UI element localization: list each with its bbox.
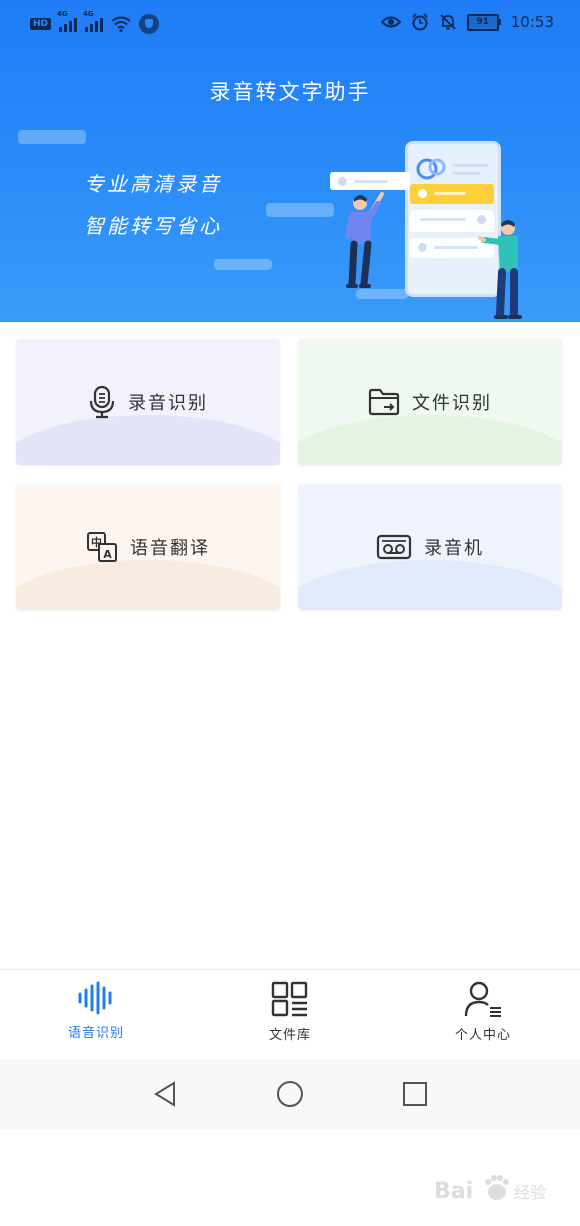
- svg-text:Bai: Bai: [434, 1179, 473, 1204]
- folder-icon: [368, 388, 400, 416]
- feature-recorder[interactable]: 录音机: [298, 484, 562, 610]
- bottom-nav: 语音识别 文件库 个人中心: [0, 969, 580, 1060]
- network-type-label: 4G: [57, 10, 68, 18]
- chat-bubble-icon: [416, 158, 446, 180]
- page-title: 录音转文字助手: [209, 80, 371, 104]
- translate-icon: 中 A: [87, 532, 117, 562]
- watermark-logo: Bai 经验: [434, 1175, 546, 1204]
- svg-text:经验: 经验: [514, 1183, 546, 1202]
- tab-personal-center[interactable]: 个人中心: [413, 980, 553, 1043]
- hd-badge: HD: [30, 18, 52, 30]
- person-illustration: [478, 220, 522, 319]
- recents-icon[interactable]: [400, 1079, 430, 1109]
- feature-label: 录音识别: [128, 393, 208, 414]
- battery-level: 91: [466, 13, 499, 31]
- soundwave-icon: [78, 981, 112, 1015]
- feature-label: 语音翻译: [130, 538, 210, 559]
- person-illustration: [345, 192, 384, 288]
- tab-label: 个人中心: [454, 1028, 511, 1043]
- feature-file-recognition[interactable]: 文件识别: [298, 339, 562, 465]
- svg-text:A: A: [103, 548, 112, 561]
- signal-icon: 4G: [83, 10, 104, 32]
- signal-icon: 4G: [57, 10, 78, 32]
- feature-label: 录音机: [424, 538, 484, 559]
- header-banner: HD 4G 4G 91 10:53 录音转文字助手 专业高清录音 智能转写省心: [0, 0, 580, 322]
- tab-label: 文件库: [268, 1028, 311, 1043]
- tab-file-library[interactable]: 文件库: [220, 980, 360, 1043]
- decor-cloud: [266, 203, 334, 217]
- battery-icon: 91: [466, 13, 501, 31]
- app-notification-icon: [139, 14, 160, 34]
- slogan-line1: 专业高清录音: [84, 172, 222, 196]
- system-nav-bar: [0, 1059, 580, 1129]
- alarm-icon: [412, 13, 428, 31]
- user-list-icon: [464, 981, 501, 1017]
- recorder-icon: [376, 534, 412, 560]
- grid-list-icon: [271, 981, 308, 1017]
- feature-voice-translate[interactable]: 中 A 语音翻译: [16, 484, 280, 610]
- status-bar: HD 4G 4G 91 10:53: [0, 0, 580, 48]
- status-time: 10:53: [510, 13, 554, 31]
- tab-label: 语音识别: [67, 1026, 124, 1041]
- decor-cloud: [214, 259, 272, 270]
- feature-record-recognition[interactable]: 录音识别: [16, 339, 280, 465]
- back-icon[interactable]: [150, 1079, 180, 1109]
- wifi-icon: [111, 16, 131, 32]
- tab-voice-recognition[interactable]: 语音识别: [26, 980, 166, 1041]
- mute-bell-icon: [440, 14, 456, 30]
- eye-icon: [380, 16, 401, 28]
- feature-label: 文件识别: [412, 393, 492, 414]
- microphone-icon: [89, 385, 115, 419]
- network-type-label: 4G: [83, 10, 94, 18]
- home-icon[interactable]: [275, 1079, 305, 1109]
- slogan-line2: 智能转写省心: [84, 214, 222, 238]
- decor-cloud: [18, 130, 86, 144]
